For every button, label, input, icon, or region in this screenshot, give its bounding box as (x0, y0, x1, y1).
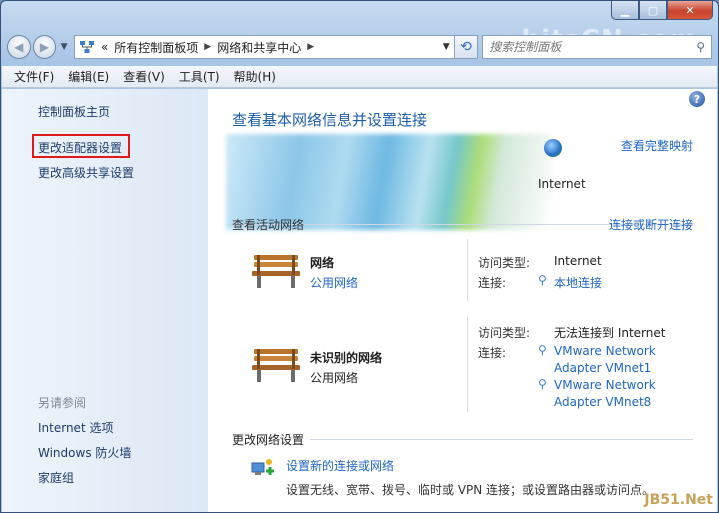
sidebar-link-home[interactable]: 控制面板主页 (38, 103, 110, 120)
sidebar-link-internet-options[interactable]: Internet 选项 (38, 419, 113, 436)
close-button[interactable]: ✕ (667, 1, 713, 20)
breadcrumb-network-center[interactable]: 网络和共享中心 (217, 39, 301, 56)
sidebar: 控制面板主页 更改适配器设置 更改高级共享设置 另请参阅 Internet 选项… (2, 89, 208, 512)
see-also-heading: 另请参阅 (38, 396, 87, 410)
access-type-label: 访问类型: (478, 326, 531, 340)
network-icon (79, 41, 94, 53)
forward-button[interactable]: ▶ (32, 35, 57, 59)
connection-plug-icon: ⚲ (538, 377, 547, 391)
network-divider (467, 317, 468, 412)
sidebar-link-firewall[interactable]: Windows 防火墙 (38, 444, 131, 461)
vmnet8-connection-link[interactable]: VMware Network (554, 378, 656, 392)
connection-label: 连接: (478, 276, 507, 290)
control-panel-window: ▁ ▢ ✕ bitsCN.com ◀ ▶ ▼ « 所有控制面板项 ▶ 网络和共享… (0, 0, 719, 513)
change-settings-heading: 更改网络设置 (232, 431, 311, 448)
network-name: 未识别的网络 (310, 351, 383, 365)
setup-new-connection-link[interactable]: 设置新的连接或网络 (286, 457, 394, 474)
breadcrumb-all-items[interactable]: 所有控制面板项 (114, 39, 198, 56)
watermark-jb51: JB51.Net (644, 492, 713, 508)
setup-new-connection-description: 设置无线、宽带、拨号、临时或 VPN 连接；或设置路由器或访问点。 (286, 483, 655, 497)
menu-tools[interactable]: 工具(T) (179, 68, 220, 85)
active-networks-heading: 查看活动网络 (232, 218, 305, 232)
internet-globe-icon (544, 139, 562, 157)
menu-file[interactable]: 文件(F) (14, 68, 54, 85)
search-icon[interactable]: ⚲ (696, 40, 705, 54)
connection-label: 连接: (478, 346, 507, 360)
window-controls: ▁ ▢ ✕ (611, 1, 713, 20)
recent-pages-dropdown[interactable]: ▼ (58, 42, 70, 52)
connection-plug-icon: ⚲ (538, 343, 547, 357)
content-area: 控制面板主页 更改适配器设置 更改高级共享设置 另请参阅 Internet 选项… (2, 89, 717, 512)
view-full-map-link[interactable]: 查看完整映射 (621, 137, 693, 154)
search-input[interactable] (489, 40, 697, 54)
forward-arrow-icon: ▶ (39, 40, 49, 54)
vmnet1-connection-link-line2[interactable]: Adapter VMnet1 (554, 361, 651, 375)
back-button[interactable]: ◀ (7, 35, 31, 59)
network-type-link[interactable]: 公用网络 (310, 274, 358, 291)
bench-network-icon (252, 255, 300, 288)
refresh-button[interactable]: ⟲ (454, 35, 479, 59)
breadcrumb-separator-icon[interactable]: ▶ (307, 42, 314, 52)
page-title: 查看基本网络信息并设置连接 (232, 111, 428, 129)
help-icon[interactable]: ? (689, 91, 705, 107)
menu-view[interactable]: 查看(V) (123, 68, 165, 85)
connection-plug-icon: ⚲ (538, 273, 547, 287)
sidebar-link-change-adapter[interactable]: 更改适配器设置 (38, 139, 122, 156)
refresh-icon: ⟲ (460, 39, 472, 55)
vmnet8-connection-link-line2[interactable]: Adapter VMnet8 (554, 395, 651, 409)
connect-disconnect-link[interactable]: 连接或断开连接 (609, 216, 693, 233)
address-bar[interactable]: « 所有控制面板项 ▶ 网络和共享中心 ▶ ▼ (73, 35, 455, 59)
navigation-bar: ◀ ▶ ▼ « 所有控制面板项 ▶ 网络和共享中心 ▶ ▼ ⟲ ⚲ (7, 31, 712, 63)
menu-bar: 文件(F) 编辑(E) 查看(V) 工具(T) 帮助(H) (2, 66, 717, 88)
local-connection-link[interactable]: 本地连接 (554, 274, 602, 291)
minimize-button[interactable]: ▁ (611, 1, 639, 20)
network-type: 公用网络 (310, 371, 359, 385)
access-type-label: 访问类型: (478, 256, 531, 270)
maximize-button[interactable]: ▢ (639, 1, 667, 20)
sidebar-link-advanced-sharing[interactable]: 更改高级共享设置 (38, 164, 134, 181)
sidebar-link-homegroup[interactable]: 家庭组 (38, 469, 74, 486)
new-connection-icon (251, 459, 274, 475)
network-name: 网络 (310, 256, 335, 270)
bench-network-icon (252, 349, 300, 382)
address-dropdown-icon[interactable]: ▼ (443, 42, 450, 52)
breadcrumb-separator-icon[interactable]: ▶ (204, 42, 211, 52)
menu-help[interactable]: 帮助(H) (234, 68, 276, 85)
back-arrow-icon: ◀ (14, 40, 24, 54)
internet-label: Internet (538, 177, 586, 191)
menu-edit[interactable]: 编辑(E) (68, 68, 109, 85)
network-divider (467, 239, 468, 301)
access-type-value: 无法连接到 Internet (554, 326, 666, 340)
main-panel: ? 查看基本网络信息并设置连接 查看完整映射 Internet 查看活动网络 连… (208, 89, 717, 512)
vmnet1-connection-link[interactable]: VMware Network (554, 344, 656, 358)
address-prefix[interactable]: « (101, 40, 108, 54)
access-type-value: Internet (554, 254, 602, 268)
search-box[interactable]: ⚲ (482, 35, 712, 59)
